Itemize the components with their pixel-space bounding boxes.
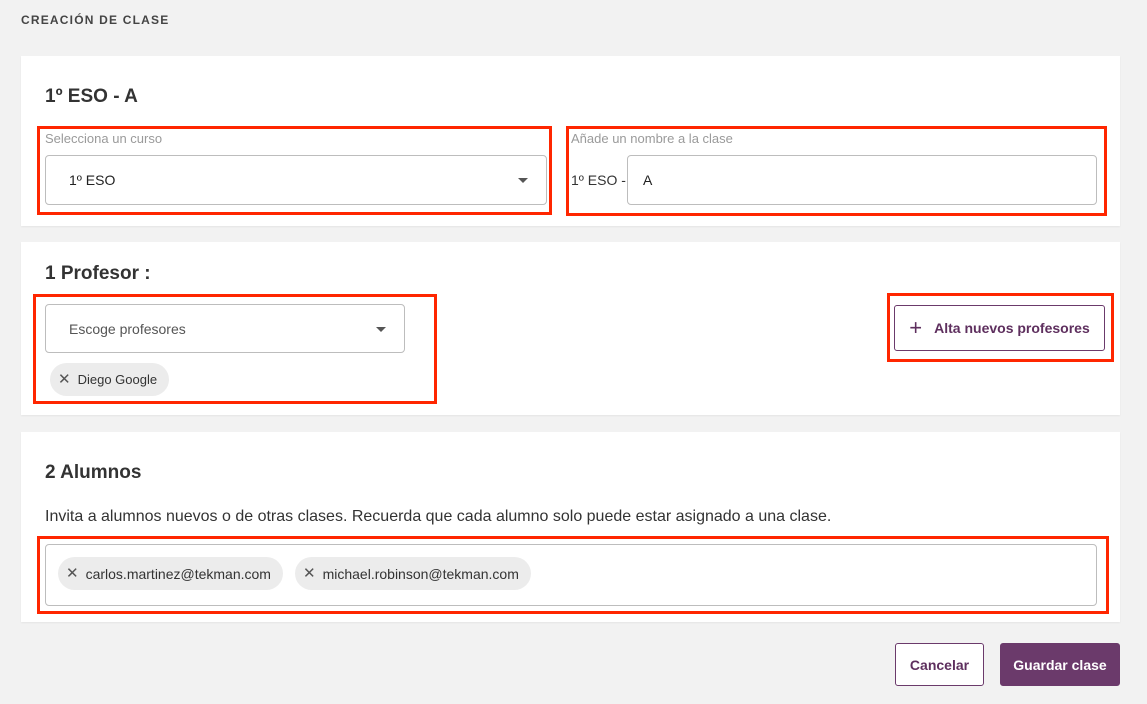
highlight-box-alumnos — [37, 536, 1109, 614]
class-heading: 1º ESO - A — [45, 86, 138, 107]
alumnos-heading: 2 Alumnos — [45, 462, 142, 483]
page-title: CREACIÓN DE CLASE — [21, 13, 170, 27]
highlight-box-nombre — [566, 126, 1107, 216]
highlight-box-profesores — [33, 294, 437, 404]
alumnos-description: Invita a alumnos nuevos o de otras clase… — [45, 508, 832, 525]
cancel-button[interactable]: Cancelar — [895, 643, 984, 686]
profesores-heading: 1 Profesor : — [45, 263, 151, 284]
highlight-box-curso — [37, 126, 552, 215]
highlight-box-add-teachers — [887, 293, 1114, 362]
save-button[interactable]: Guardar clase — [1000, 643, 1120, 686]
